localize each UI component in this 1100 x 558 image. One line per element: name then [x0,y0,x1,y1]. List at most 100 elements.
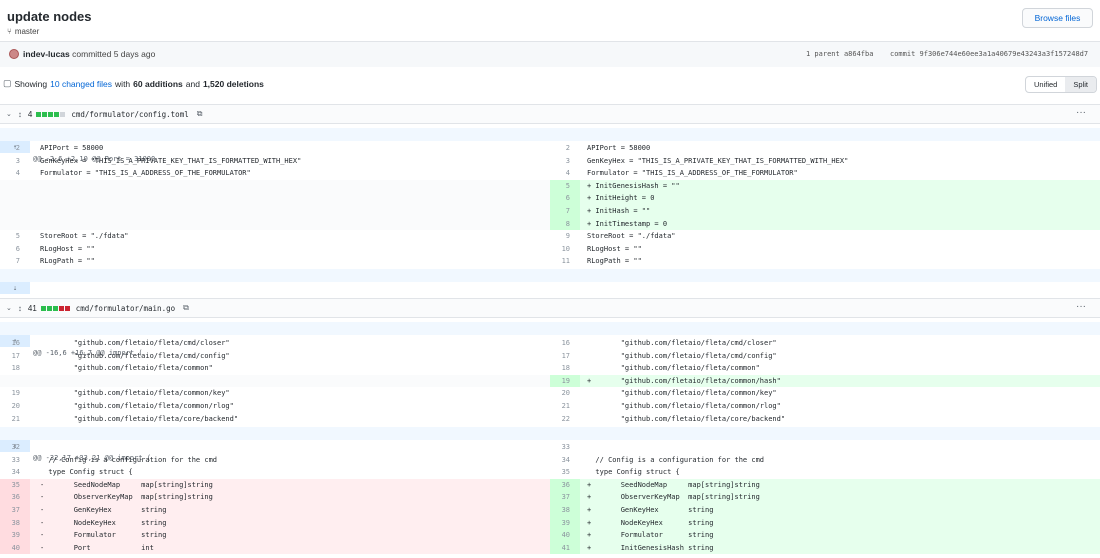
changed-files-link[interactable]: 10 changed files [50,79,112,89]
left-line-number[interactable]: 7 [0,255,30,268]
left-line-number[interactable]: 16 [0,337,30,350]
right-code-line: Formulator = "THIS_IS_A_ADDRESS_OF_THE_F… [587,169,798,178]
diff-summary: ▢ Showing 10 changed files with 60 addit… [0,67,1100,100]
left-line-number[interactable]: 3 [0,155,30,168]
right-code-line: + Formulator string [587,531,714,540]
left-cell-bg [0,441,550,454]
expand-icon[interactable]: ↕ [18,304,22,313]
right-code-line: "github.com/fletaio/fleta/core/backend" [587,414,786,423]
more-options-icon[interactable]: ··· [1076,301,1086,312]
hunk-header: ⇕ @@ -32,17 +33,21 @@ import ( [0,427,1100,462]
right-cell-bg [550,441,1100,454]
right-line-number[interactable]: 19 [550,375,580,388]
left-code-line: - GenKeyHex string [40,506,167,514]
diffstat-count: 41 [27,303,37,313]
right-line-number[interactable]: 2 [550,142,580,155]
left-code-line: "github.com/fletaio/fleta/core/backend" [40,414,239,423]
right-line-number[interactable]: 4 [550,167,580,180]
copy-icon[interactable]: ⧉ [183,303,189,313]
right-line-number[interactable]: 7 [550,205,580,218]
right-line-number[interactable]: 20 [550,387,580,400]
left-line-number[interactable]: 37 [0,504,30,517]
left-line-number[interactable]: 21 [0,413,30,426]
left-line-number[interactable]: 4 [0,167,30,180]
diff-row: 38 - NodeKeyHex string 39 + NodeKeyHex stri… [0,516,1100,530]
right-line-number[interactable]: 39 [550,517,580,530]
left-line-number[interactable]: 35 [0,479,30,492]
unified-button[interactable]: Unified [1026,77,1065,92]
left-code-line: "github.com/fletaio/fleta/common/key" [40,389,230,398]
right-line-number[interactable]: 8 [550,218,580,231]
browse-files-button[interactable]: Browse files [1022,8,1093,28]
diff-row: 7 + InitHash = "" [0,205,1100,218]
chevron-down-icon[interactable]: ⌄ [6,110,12,118]
expand-down-icon[interactable]: ⇣ [0,281,30,295]
commit-time: committed 5 days ago [72,49,156,59]
left-line-number[interactable]: 38 [0,517,30,530]
right-line-number[interactable]: 18 [550,362,580,375]
branch-name[interactable]: master [15,27,39,36]
right-line-number[interactable]: 10 [550,243,580,256]
left-line-number[interactable]: 17 [0,350,30,363]
left-code-line: - NodeKeyHex string [40,518,167,527]
hunk-footer: ⇣ [0,269,1100,295]
left-line-number[interactable]: 19 [0,387,30,400]
chevron-down-icon[interactable]: ⌄ [6,304,12,312]
more-options-icon[interactable]: ··· [1076,107,1086,118]
diff-row: 5 + InitGenesisHash = "" [0,179,1100,193]
right-line-number[interactable]: 22 [550,413,580,426]
file-name[interactable]: cmd/formulator/config.toml [71,110,188,119]
right-line-number[interactable]: 11 [550,255,580,268]
right-code-line: RLogPath = "" [587,257,642,266]
left-line-number[interactable]: 34 [0,466,30,479]
right-line-number[interactable]: 36 [550,479,580,492]
author-name[interactable]: indev-lucas [23,49,70,59]
right-line-number[interactable]: 41 [550,542,580,555]
right-line-number[interactable]: 35 [550,466,580,479]
summary-showing: Showing [14,78,48,89]
left-line-number[interactable]: 39 [0,529,30,542]
right-line-number[interactable]: 33 [550,441,580,454]
left-line-number[interactable]: 36 [0,491,30,504]
left-line-number[interactable]: 5 [0,230,30,243]
left-line-number[interactable]: 2 [0,142,30,155]
right-line-number[interactable]: 16 [550,337,580,350]
right-code-line: "github.com/fletaio/fleta/common/rlog" [587,402,781,410]
left-code-line: - Port int [40,543,154,552]
summary-with: with [115,78,131,89]
hunk-header: ⇡ @@ -2,6 +2,10 @@ Port = 31000 [0,128,1100,163]
left-line-number[interactable]: 18 [0,362,30,375]
parent-sha[interactable]: a864fba [844,50,874,58]
copy-icon[interactable]: ⧉ [197,109,203,119]
commit-title: update nodes [7,9,92,24]
right-line-number[interactable]: 17 [550,350,580,363]
avatar[interactable] [9,49,19,59]
expand-icon[interactable]: ↕ [18,110,22,119]
left-line-number[interactable]: 6 [0,243,30,256]
file-name[interactable]: cmd/formulator/main.go [76,304,175,313]
left-code-line: "github.com/fletaio/fleta/cmd/closer" [40,339,230,347]
diff-row: 18 "github.com/fletaio/fleta/common" 18 "… [0,362,1100,375]
left-cell-bg [0,192,550,205]
right-line-number[interactable]: 40 [550,529,580,542]
parent-info: 1 parent a864fba [806,50,873,58]
diff-row: 3 GenKeyHex = "THIS_IS_A_PRIVATE_KEY_THAT… [0,155,1100,168]
left-line-number[interactable]: 32 [0,441,30,454]
diff-row: 40 - Port int 41 + InitGenesisHash string [0,541,1100,555]
right-line-number[interactable]: 3 [550,155,580,168]
right-code-line: "github.com/fletaio/fleta/common" [587,364,760,373]
diff-row: 6 + InitHeight = 0 [0,192,1100,205]
right-line-number[interactable]: 38 [550,504,580,517]
right-line-number[interactable]: 34 [550,454,580,467]
right-code-line: StoreRoot = "./fdata" [587,232,676,241]
left-line-number[interactable]: 33 [0,454,30,467]
left-line-number[interactable]: 20 [0,400,30,413]
right-line-number[interactable]: 6 [550,192,580,205]
right-line-number[interactable]: 21 [550,400,580,413]
split-button[interactable]: Split [1065,77,1096,92]
left-line-number[interactable]: 40 [0,542,30,555]
right-line-number[interactable]: 5 [550,180,580,193]
right-line-number[interactable]: 37 [550,491,580,504]
right-line-number[interactable]: 9 [550,230,580,243]
diffstat-bar [36,111,66,117]
